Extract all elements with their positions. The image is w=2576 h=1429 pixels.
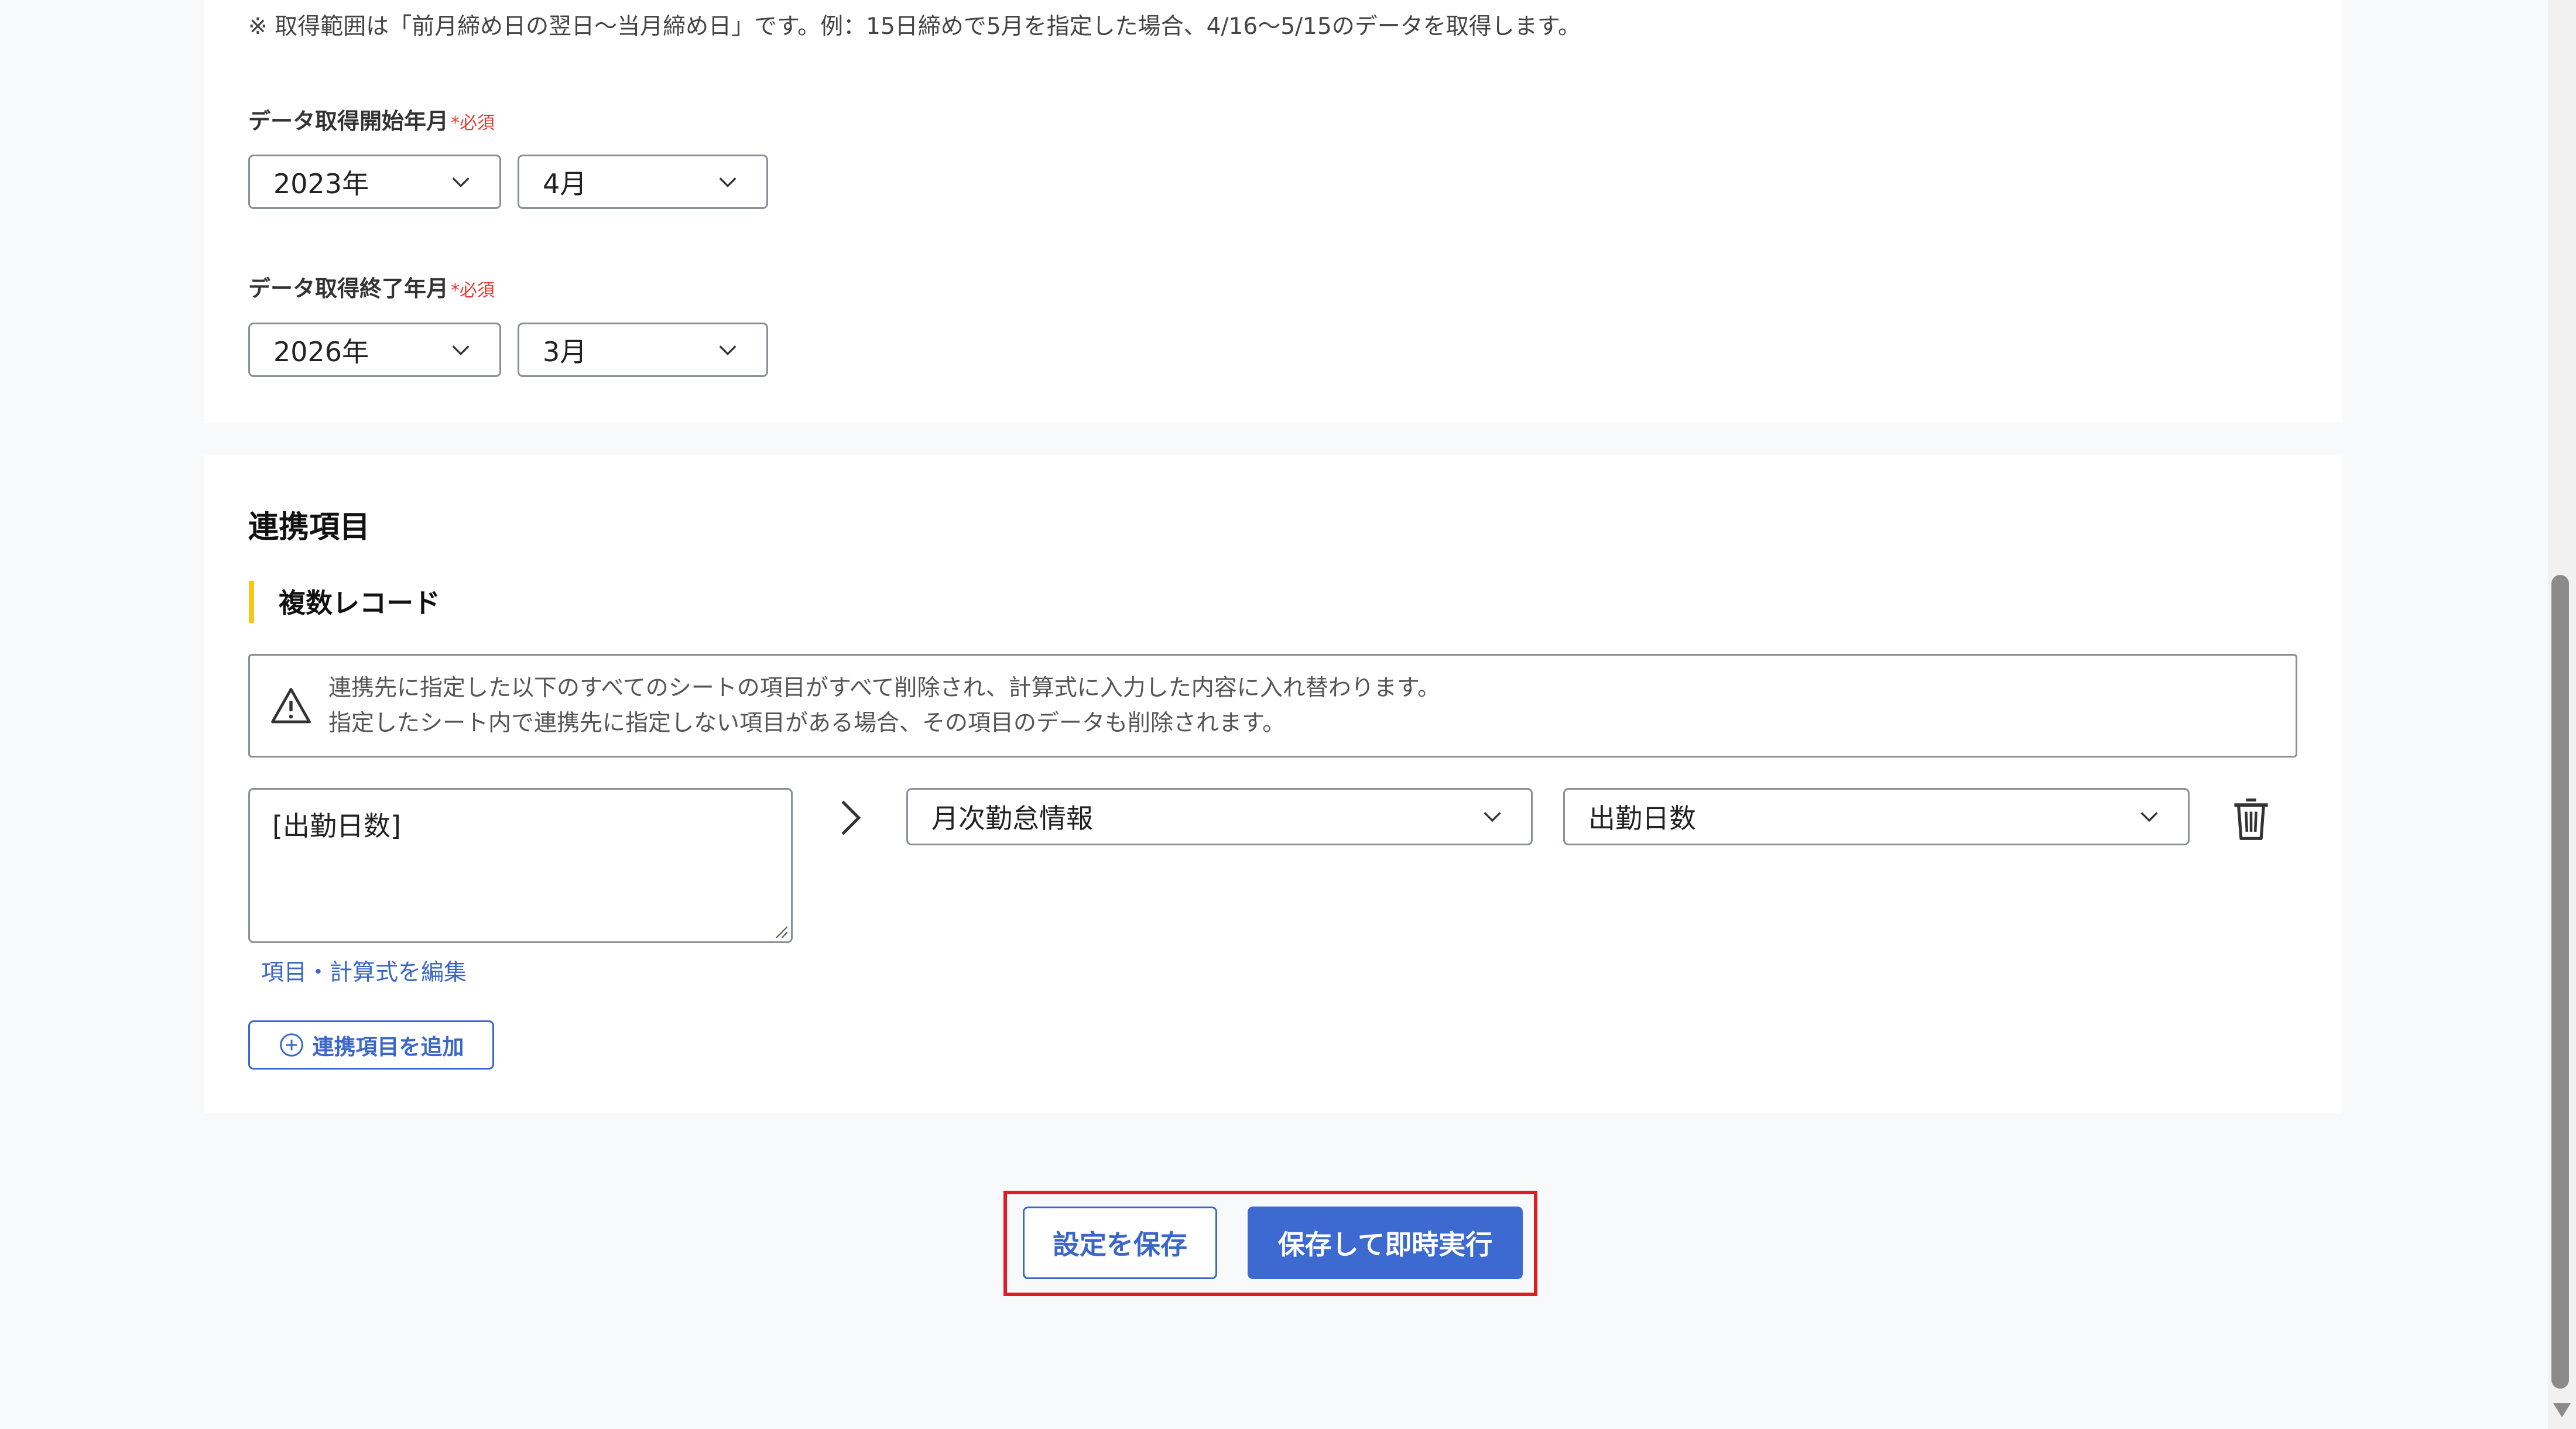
scroll-down-arrow-icon[interactable] — [2551, 1401, 2572, 1419]
save-and-run-button[interactable]: 保存して即時実行 — [1248, 1207, 1523, 1279]
section-title: 連携項目 — [248, 510, 371, 545]
target-sheet-value: 月次勤怠情報 — [931, 803, 1093, 834]
chevron-down-icon — [719, 177, 737, 187]
warning-line-1: 連携先に指定した以下のすべてのシートの項目がすべて削除され、計算式に入力した内容… — [328, 675, 1440, 701]
formula-textarea[interactable]: [出勤日数] — [248, 788, 793, 943]
save-settings-button[interactable]: 設定を保存 — [1023, 1207, 1217, 1279]
target-field-select[interactable]: 出勤日数 — [1563, 788, 2190, 845]
warning-line-2: 指定したシート内で連携先に指定しない項目がある場合、その項目のデータも削除されま… — [328, 710, 1286, 736]
required-badge: *必須 — [451, 280, 495, 301]
end-label-text: データ取得終了年月 — [248, 276, 449, 301]
edit-formula-link[interactable]: 項目・計算式を編集 — [261, 954, 467, 987]
warning-box: 連携先に指定した以下のすべてのシートの項目がすべて削除され、計算式に入力した内容… — [248, 654, 2297, 758]
sub-title-accent-bar — [249, 581, 254, 623]
plus-circle-icon — [279, 1033, 303, 1057]
start-month-select[interactable]: 4月 — [518, 155, 768, 209]
target-sheet-select[interactable]: 月次勤怠情報 — [906, 788, 1533, 845]
target-field-value: 出勤日数 — [1588, 803, 1696, 834]
end-year-value: 2026年 — [273, 335, 369, 368]
add-mapping-label: 連携項目を追加 — [312, 1034, 464, 1060]
end-label: データ取得終了年月 *必須 — [248, 270, 495, 303]
end-year-select[interactable]: 2026年 — [248, 323, 501, 377]
start-year-select[interactable]: 2023年 — [248, 155, 501, 209]
chevron-down-icon — [1484, 812, 1501, 823]
trash-icon[interactable] — [2231, 795, 2272, 842]
start-label-text: データ取得開始年月 — [248, 108, 449, 134]
scrollbar-thumb[interactable] — [2551, 575, 2569, 1389]
chevron-down-icon — [719, 345, 737, 355]
chevron-down-icon — [452, 177, 470, 187]
end-month-select[interactable]: 3月 — [518, 323, 768, 377]
add-mapping-button[interactable]: 連携項目を追加 — [248, 1020, 494, 1070]
start-month-value: 4月 — [543, 167, 587, 200]
mapping-card — [204, 455, 2342, 1113]
start-year-value: 2023年 — [273, 167, 369, 200]
end-month-value: 3月 — [543, 335, 587, 368]
chevron-down-icon — [452, 345, 470, 355]
required-badge: *必須 — [451, 113, 495, 133]
chevron-right-icon — [841, 800, 861, 835]
resize-grip-icon[interactable] — [773, 924, 787, 938]
sub-title: 複数レコード — [279, 587, 440, 619]
chevron-down-icon — [2140, 812, 2158, 823]
warning-icon — [271, 688, 311, 724]
formula-value: [出勤日数] — [272, 810, 401, 842]
range-note: ※ 取得範囲は「前月締め日の翌日〜当月締め日」です。例：15日締めで5月を指定し… — [248, 13, 1581, 40]
start-label: データ取得開始年月 *必須 — [248, 103, 495, 135]
